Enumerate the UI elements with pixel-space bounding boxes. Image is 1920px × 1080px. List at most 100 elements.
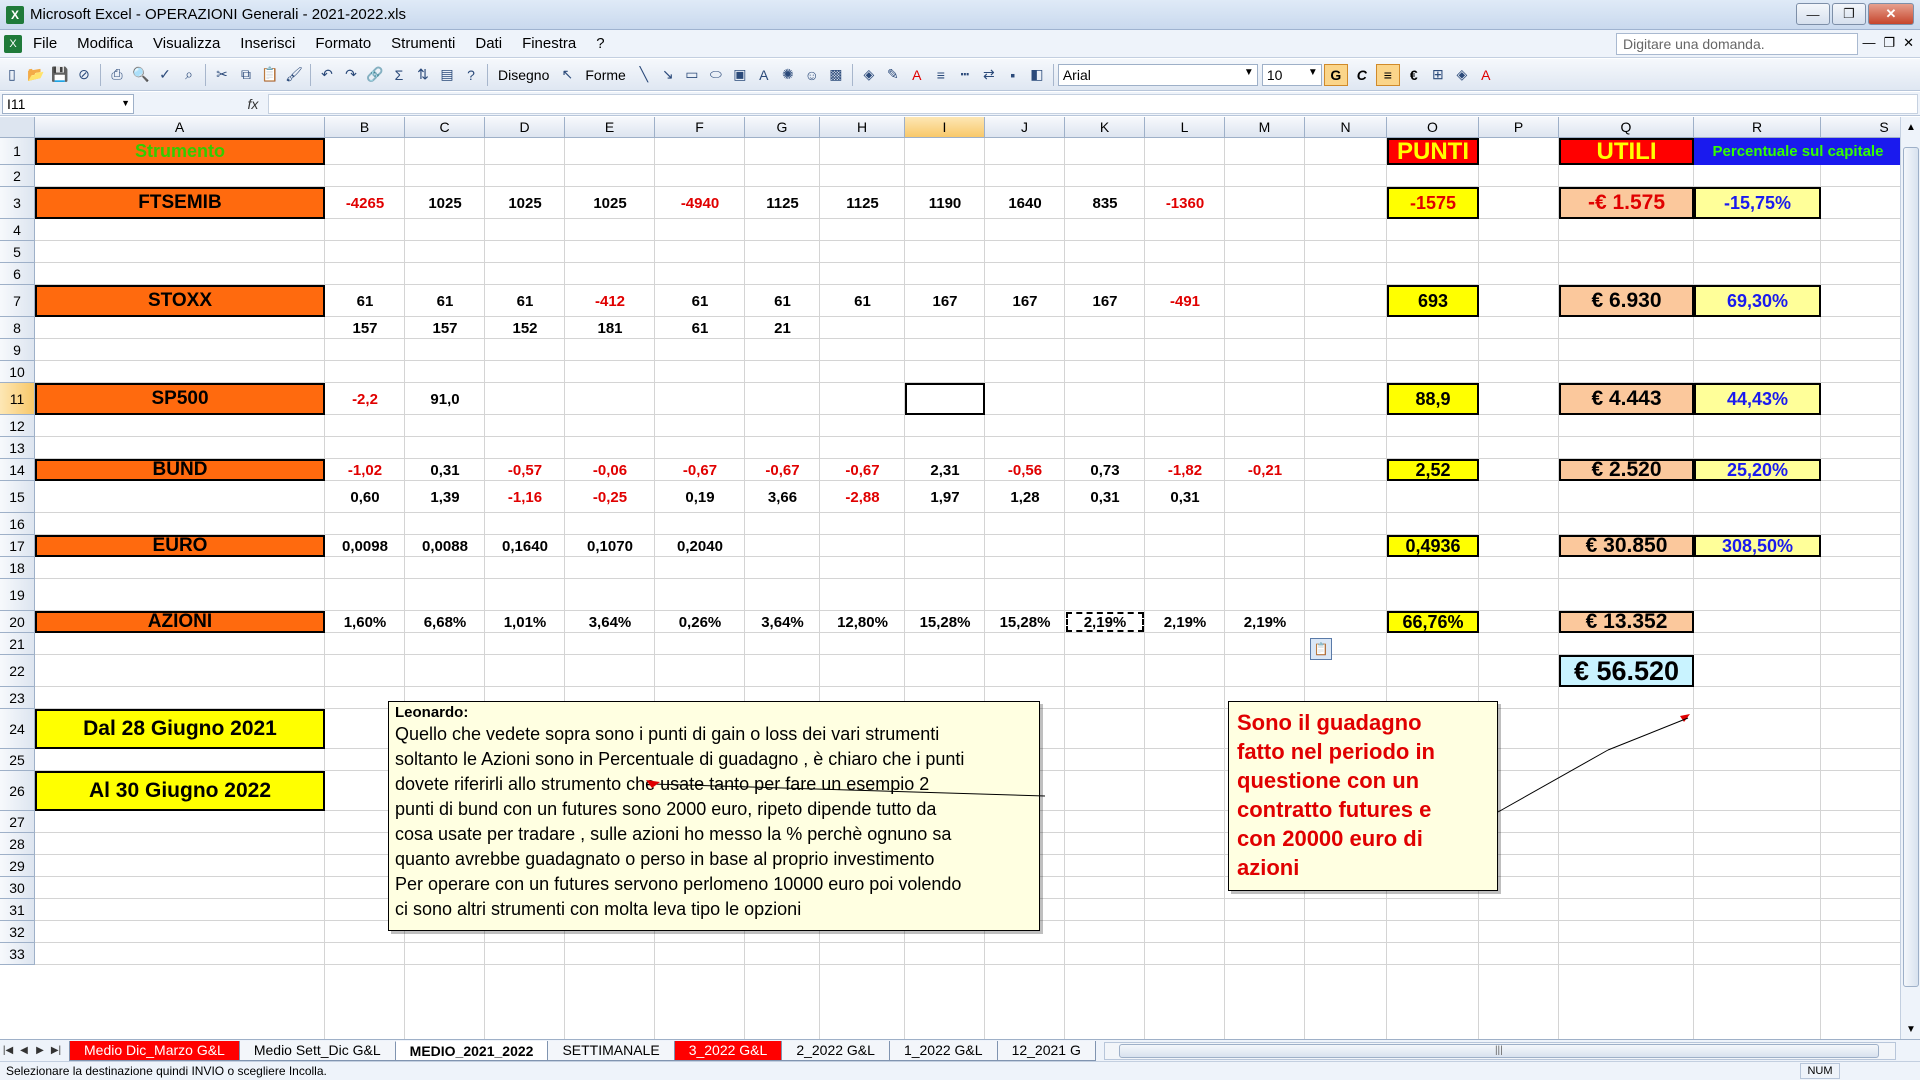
percentuale-euro[interactable]: 308,50%	[1694, 535, 1821, 557]
label-euro[interactable]: EURO	[35, 535, 325, 557]
utili-euro[interactable]: € 30.850	[1559, 534, 1694, 557]
cell-b8[interactable]: 157	[325, 317, 405, 339]
arrow-icon[interactable]: ↘	[657, 64, 679, 86]
menu-file[interactable]: File	[23, 35, 67, 52]
row-header-15[interactable]: 15	[0, 481, 35, 513]
currency-icon[interactable]: €	[1403, 64, 1425, 86]
minimize-button[interactable]: —	[1796, 3, 1830, 25]
tab-2-2022-g-l[interactable]: 2_2022 G&L	[781, 1040, 890, 1061]
research-icon[interactable]: ⌕	[178, 64, 200, 86]
sort-ascending-icon[interactable]: ⇅	[412, 64, 434, 86]
punti-bund[interactable]: 2,52	[1387, 459, 1479, 481]
cell-i7[interactable]: 167	[905, 285, 985, 317]
cell-d17[interactable]: 0,1640	[485, 535, 565, 557]
row-header-23[interactable]: 23	[0, 687, 35, 709]
cell-g20[interactable]: 3,64%	[745, 611, 820, 633]
cell-b3[interactable]: -4265	[325, 187, 405, 219]
borders-icon[interactable]: ⊞	[1427, 64, 1449, 86]
last-sheet-icon[interactable]: ▶|	[48, 1045, 64, 1056]
cell-e20[interactable]: 3,64%	[565, 611, 655, 633]
row-header-20[interactable]: 20	[0, 611, 35, 633]
line-icon[interactable]: ╲	[633, 64, 655, 86]
row-header-5[interactable]: 5	[0, 241, 35, 263]
punti-stoxx[interactable]: 693	[1387, 285, 1479, 317]
date-from[interactable]: Dal 28 Giugno 2021	[35, 709, 325, 749]
menu-finestra[interactable]: Finestra	[512, 35, 586, 52]
autoshapes-menu[interactable]: Forme	[579, 67, 631, 83]
column-header-j[interactable]: J	[985, 117, 1065, 138]
scroll-down-icon[interactable]: ▼	[1903, 1021, 1919, 1037]
bold-button[interactable]: G	[1323, 63, 1348, 86]
cell-k3[interactable]: 835	[1065, 187, 1145, 219]
cell-l7[interactable]: -491	[1145, 285, 1225, 317]
row-header-19[interactable]: 19	[0, 579, 35, 611]
row-header-27[interactable]: 27	[0, 811, 35, 833]
row-header-4[interactable]: 4	[0, 219, 35, 241]
cell-d15[interactable]: -1,16	[485, 481, 565, 513]
cell-h7[interactable]: 61	[820, 285, 905, 317]
cell-c7[interactable]: 61	[405, 285, 485, 317]
cell-c3[interactable]: 1025	[405, 187, 485, 219]
tab-medio-2021-2022[interactable]: MEDIO_2021_2022	[394, 1040, 549, 1061]
column-header-n[interactable]: N	[1305, 117, 1387, 138]
first-sheet-icon[interactable]: |◀	[0, 1045, 16, 1056]
cell-c8[interactable]: 157	[405, 317, 485, 339]
tab-12-2021-g[interactable]: 12_2021 G	[996, 1040, 1096, 1061]
row-header-10[interactable]: 10	[0, 361, 35, 383]
font-name-select[interactable]: Arial ▼	[1057, 63, 1258, 86]
row-header-21[interactable]: 21	[0, 633, 35, 655]
diagram-icon[interactable]: ✺	[777, 64, 799, 86]
cell-k7[interactable]: 167	[1065, 285, 1145, 317]
menu-help[interactable]: ?	[586, 35, 614, 52]
dash-style-icon[interactable]: ┅	[954, 64, 976, 86]
arrow-style-icon[interactable]: ⇄	[978, 64, 1000, 86]
vertical-scrollbar[interactable]: ▲ ▼	[1900, 117, 1920, 1039]
cell-m14[interactable]: -0,21	[1225, 459, 1305, 481]
close-button[interactable]: ✕	[1868, 3, 1914, 25]
header-punti[interactable]: PUNTI	[1387, 138, 1479, 165]
worksheet-grid[interactable]: ABCDEFGHIJKLMNOPQRS 1 2 3 4 5 6 7 8 9 10 11 12 13 14 1…	[0, 117, 1900, 1039]
cell-j3[interactable]: 1640	[985, 187, 1065, 219]
next-sheet-icon[interactable]: ▶	[32, 1045, 48, 1056]
cell-e17[interactable]: 0,1070	[565, 535, 655, 557]
cell-b14[interactable]: -1,02	[325, 459, 405, 481]
cell-font-color-icon[interactable]: A	[1475, 64, 1497, 86]
undo-icon[interactable]: ↶	[316, 64, 338, 86]
cell-b17[interactable]: 0,0098	[325, 535, 405, 557]
shadow-icon[interactable]: ▪	[1002, 64, 1024, 86]
cell-k15[interactable]: 0,31	[1065, 481, 1145, 513]
row-header-14[interactable]: 14	[0, 459, 35, 481]
cell-h15[interactable]: -2,88	[820, 481, 905, 513]
header-strumento[interactable]: Strumento	[35, 138, 325, 165]
column-header-l[interactable]: L	[1145, 117, 1225, 138]
cell-j14[interactable]: -0,56	[985, 459, 1065, 481]
cell-g8[interactable]: 21	[745, 317, 820, 339]
row-header-25[interactable]: 25	[0, 749, 35, 771]
cell-b15[interactable]: 0,60	[325, 481, 405, 513]
punti-sp500[interactable]: 88,9	[1387, 383, 1479, 415]
column-header-a[interactable]: A	[35, 117, 325, 138]
cell-l20[interactable]: 2,19%	[1145, 611, 1225, 633]
cell-j15[interactable]: 1,28	[985, 481, 1065, 513]
draw-menu[interactable]: Disegno	[492, 67, 555, 83]
name-box[interactable]: I11 ▼	[2, 93, 134, 114]
font-color-icon[interactable]: A	[906, 64, 928, 86]
percentuale-bund[interactable]: 25,20%	[1694, 459, 1821, 481]
tab-1-2022-g-l[interactable]: 1_2022 G&L	[888, 1040, 998, 1061]
menu-strumenti[interactable]: Strumenti	[381, 35, 465, 52]
cell-d3[interactable]: 1025	[485, 187, 565, 219]
cell-f20[interactable]: 0,26%	[655, 611, 745, 633]
3d-icon[interactable]: ◧	[1026, 64, 1048, 86]
open-icon[interactable]: 📂	[25, 64, 47, 86]
save-icon[interactable]: 💾	[49, 64, 71, 86]
cell-c15[interactable]: 1,39	[405, 481, 485, 513]
cell-l15[interactable]: 0,31	[1145, 481, 1225, 513]
cell-e8[interactable]: 181	[565, 317, 655, 339]
horizontal-scroll-thumb[interactable]: |||	[1118, 1043, 1879, 1058]
cell-f14[interactable]: -0,67	[655, 459, 745, 481]
select-all-button[interactable]	[0, 117, 35, 138]
row-header-9[interactable]: 9	[0, 339, 35, 361]
row-header-1[interactable]: 1	[0, 138, 35, 165]
row-header-3[interactable]: 3	[0, 187, 35, 219]
cell-f3[interactable]: -4940	[655, 187, 745, 219]
